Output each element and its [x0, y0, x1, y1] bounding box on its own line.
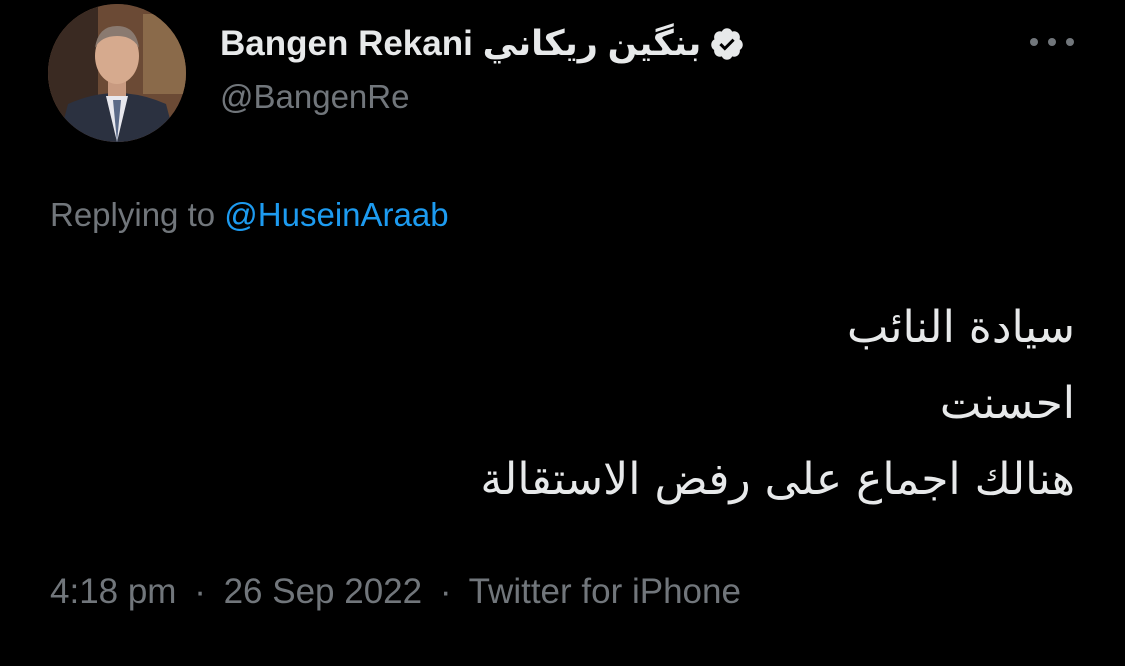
replying-to-link[interactable]: @HuseinAraab [224, 196, 448, 233]
author-handle[interactable]: @BangenRe [220, 78, 409, 116]
dot [1030, 38, 1038, 46]
tweet-text: سيادة النائب احسنت هنالك اجماع على رفض ا… [175, 290, 1075, 518]
avatar[interactable] [48, 4, 186, 142]
tweet-line: هنالك اجماع على رفض الاستقالة [480, 454, 1075, 505]
tweet-meta: 4:18 pm · 26 Sep 2022 · Twitter for iPho… [50, 572, 741, 612]
verified-badge-icon [711, 28, 743, 60]
meta-separator: · [439, 572, 452, 611]
dot [1048, 38, 1056, 46]
replying-prefix: Replying to [50, 196, 216, 233]
tweet-card: Bangen Rekani بنگين ريكاني @BangenRe Rep… [0, 0, 1125, 666]
tweet-time[interactable]: 4:18 pm [50, 572, 176, 611]
meta-separator: · [194, 572, 206, 611]
dot [1066, 38, 1074, 46]
more-dots-icon[interactable] [1030, 28, 1074, 56]
replying-to: Replying to @HuseinAraab [50, 196, 449, 234]
author-name-row[interactable]: Bangen Rekani بنگين ريكاني [220, 20, 745, 68]
tweet-line: سيادة النائب [847, 302, 1075, 353]
author-display-name[interactable]: Bangen Rekani بنگين ريكاني [220, 24, 701, 64]
avatar-image [48, 4, 186, 142]
tweet-source[interactable]: Twitter for iPhone [469, 572, 741, 611]
tweet-line: احسنت [939, 378, 1075, 429]
tweet-date[interactable]: 26 Sep 2022 [224, 572, 423, 611]
